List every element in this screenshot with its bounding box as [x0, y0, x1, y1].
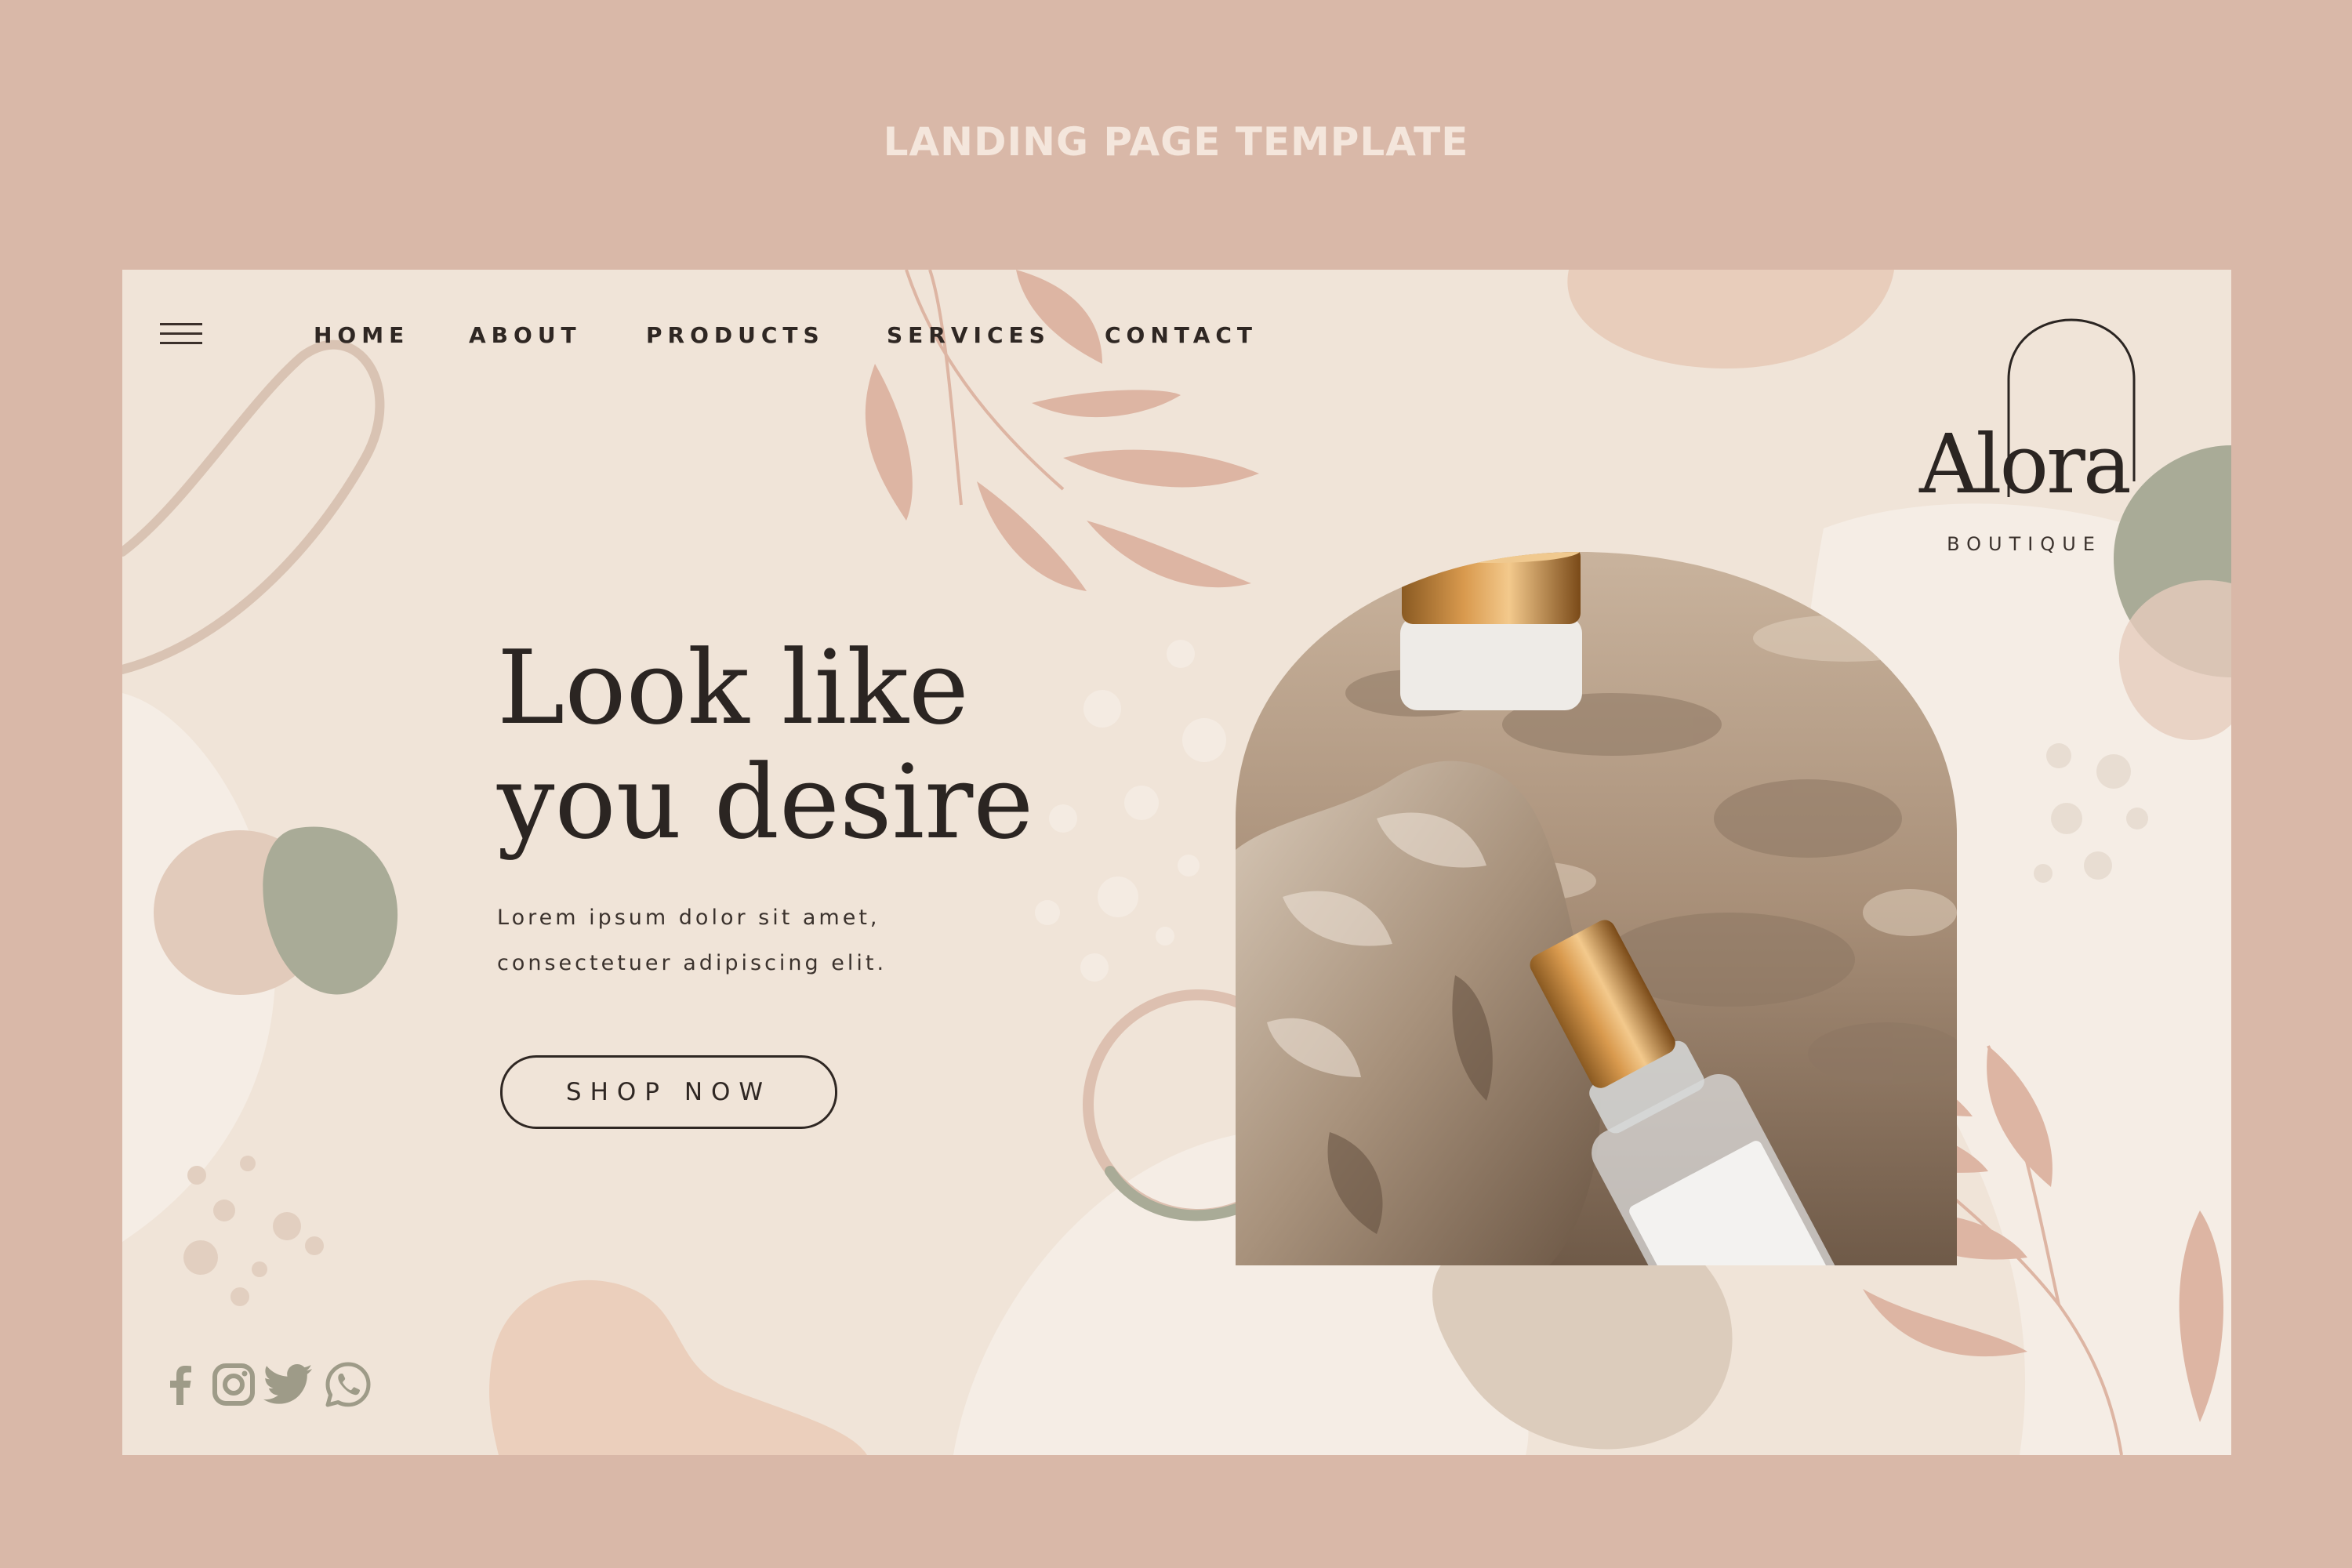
hero-title: Look like you desire — [497, 630, 1203, 859]
whatsapp-icon[interactable] — [323, 1359, 373, 1410]
shop-now-button[interactable]: SHOP NOW — [500, 1055, 837, 1129]
hero-description: Lorem ipsum dolor sit amet, consectetuer… — [497, 895, 1203, 986]
hero-description-line-2: consectetuer adipiscing elit. — [497, 951, 887, 975]
nav-products[interactable]: PRODUCTS — [646, 320, 825, 351]
nav-about[interactable]: ABOUT — [469, 320, 582, 351]
brand-logo[interactable]: Alora BOUTIQUE — [1875, 317, 2173, 560]
nav-services[interactable]: SERVICES — [887, 320, 1051, 351]
nav-contact[interactable]: CONTACT — [1105, 320, 1258, 351]
brand-subtitle: BOUTIQUE — [1947, 533, 2102, 555]
facebook-icon[interactable] — [155, 1359, 205, 1410]
twitter-icon[interactable] — [263, 1359, 314, 1410]
brand-name: Alora — [1919, 416, 2132, 512]
cream-jar — [1400, 552, 1582, 710]
instagram-icon[interactable] — [209, 1359, 259, 1410]
hero-description-line-1: Lorem ipsum dolor sit amet, — [497, 906, 880, 930]
hamburger-menu-button[interactable] — [160, 320, 205, 348]
hero-title-line-1: Look like — [497, 628, 969, 747]
banner-title: LANDING PAGE TEMPLATE — [883, 119, 1469, 165]
nav-home[interactable]: HOME — [314, 320, 409, 351]
landing-page-frame: HOME ABOUT PRODUCTS SERVICES CONTACT Alo… — [122, 270, 2231, 1455]
hero-title-line-2: you desire — [497, 742, 1034, 862]
